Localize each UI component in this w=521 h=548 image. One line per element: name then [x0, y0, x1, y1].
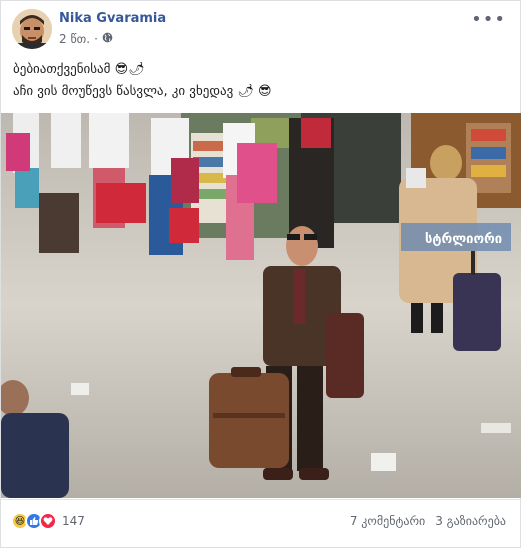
post-text: ბებიათქვენისამ 😎🌶 აჩი ვის მოუწევს წასვლა…: [13, 59, 510, 103]
author-avatar[interactable]: [12, 9, 52, 49]
post-text-line-2: აჩი ვის მოუწევს წასვლა, კი ვხედავ 🌶 😎: [13, 81, 510, 103]
love-icon: [39, 512, 57, 530]
author-name[interactable]: Nika Gvaramia: [59, 11, 166, 26]
more-options-icon[interactable]: •••: [471, 9, 506, 30]
reactions-summary[interactable]: 😆 147: [11, 512, 85, 530]
hot-pepper-emoji-icon: 🌶: [128, 62, 145, 77]
reaction-count[interactable]: 147: [62, 514, 85, 528]
shares-count-link[interactable]: 3 გაზიარება: [435, 514, 506, 528]
globe-icon[interactable]: [102, 32, 113, 46]
post-text-line-1: ბებიათქვენისამ 😎🌶: [13, 59, 510, 81]
post-photo[interactable]: სტრლიორი: [1, 113, 521, 498]
post-meta: 2 წთ. ·: [59, 32, 113, 46]
avatar-cartoon-face-icon: [12, 9, 52, 49]
post-time[interactable]: 2 წთ.: [59, 32, 90, 46]
sunglasses-emoji-icon: 😎: [114, 62, 129, 77]
comments-count-link[interactable]: 7 კომენტარი: [350, 514, 425, 528]
sunglasses-emoji-icon: 😎: [258, 84, 272, 99]
facebook-post: Nika Gvaramia 2 წთ. · ••• ბებიათქვენისამ…: [0, 0, 521, 548]
airport-scene-image: სტრლიორი: [1, 113, 521, 498]
meta-separator: ·: [94, 32, 98, 46]
post-footer: 😆 147 7 კომენტარი 3 გაზიარება: [1, 499, 520, 547]
hot-pepper-emoji-icon: 🌶: [237, 84, 254, 99]
sign-text: სტრლიორი: [425, 232, 502, 247]
post-header: Nika Gvaramia 2 წთ. · •••: [1, 1, 520, 57]
post-stats: 7 კომენტარი 3 გაზიარება: [350, 514, 506, 528]
post-text-line-2-content: აჩი ვის მოუწევს წასვლა, კი ვხედავ: [13, 84, 234, 99]
post-text-line-1-content: ბებიათქვენისამ: [13, 62, 111, 77]
